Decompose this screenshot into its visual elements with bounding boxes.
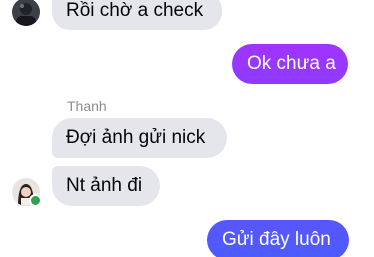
chat-thread[interactable]: Rồi chờ a check Ok chưa a Thanh Đợi ảnh … (0, 0, 374, 257)
contact-avatar[interactable] (12, 178, 42, 207)
user-avatar-icon (12, 0, 40, 26)
message-text: Ok chưa a (247, 53, 336, 74)
online-status-icon (29, 194, 42, 207)
message-text: Nt ảnh đi (66, 175, 143, 196)
message-bubble-incoming[interactable]: Rồi chờ a check (52, 0, 222, 30)
message-text: Rồi chờ a check (66, 0, 204, 21)
message-bubble-incoming[interactable]: Đợi ảnh gửi nick (52, 118, 227, 158)
sender-name: Thanh (67, 98, 107, 114)
message-bubble-outgoing[interactable]: Gửi đây luôn (207, 220, 349, 257)
message-bubble-outgoing[interactable]: Ok chưa a (232, 44, 348, 84)
message-text: Gửi đây luôn (222, 229, 331, 250)
message-text: Đợi ảnh gửi nick (66, 127, 206, 148)
contact-avatar[interactable] (12, 0, 40, 26)
message-bubble-incoming[interactable]: Nt ảnh đi (52, 166, 160, 206)
